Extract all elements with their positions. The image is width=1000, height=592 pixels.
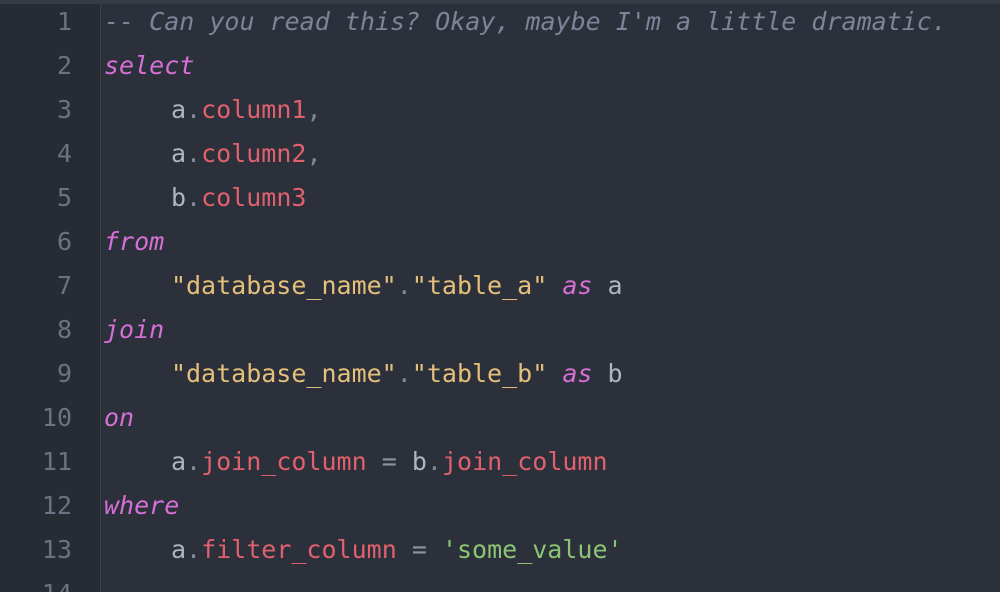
token-keyword: from: [104, 227, 165, 256]
code-line-5[interactable]: b.column3: [104, 176, 306, 220]
token-ident: "database_name": [170, 271, 397, 300]
token-punct: .: [186, 95, 202, 124]
token-punct: ,: [306, 95, 322, 124]
code-line-9[interactable]: "database_name"."table_b" as b: [104, 352, 623, 396]
code-line-11[interactable]: a.join_column = b.join_column: [104, 440, 608, 484]
token-punct: .: [426, 447, 442, 476]
token-column: column2: [201, 139, 307, 168]
token-keyword: as: [562, 271, 593, 300]
code-line-8[interactable]: join: [104, 308, 164, 352]
line-number-11[interactable]: 11: [0, 440, 72, 484]
token-alias: b: [607, 359, 623, 388]
line-number-gutter[interactable]: 1234567891011121314: [0, 0, 100, 592]
code-line-6[interactable]: from: [104, 220, 164, 264]
gutter-divider: [100, 0, 101, 592]
token-punct: ,: [306, 139, 322, 168]
line-number-2[interactable]: 2: [0, 44, 72, 88]
line-number-14[interactable]: 14: [0, 572, 72, 592]
token-punct: .: [396, 271, 412, 300]
token-column: column3: [201, 183, 307, 212]
code-line-13[interactable]: a.filter_column = 'some_value': [104, 528, 623, 572]
token-column: filter_column: [201, 535, 397, 564]
code-content-area[interactable]: -- Can you read this? Okay, maybe I'm a …: [104, 0, 1000, 592]
editor-top-edge: [0, 0, 1000, 4]
token-keyword: select: [104, 51, 195, 80]
token-punct: .: [186, 447, 202, 476]
line-number-5[interactable]: 5: [0, 176, 72, 220]
line-number-9[interactable]: 9: [0, 352, 72, 396]
token-alias: b: [411, 447, 427, 476]
line-number-4[interactable]: 4: [0, 132, 72, 176]
code-line-3[interactable]: a.column1,: [104, 88, 322, 132]
token-keyword: on: [104, 403, 135, 432]
token-ident: "table_b": [411, 359, 548, 388]
token-ident: "database_name": [170, 359, 397, 388]
token-column: join_column: [441, 447, 608, 476]
token-op: =: [381, 447, 397, 476]
token-keyword: as: [562, 359, 593, 388]
token-alias: b: [170, 183, 187, 212]
code-line-1[interactable]: -- Can you read this? Okay, maybe I'm a …: [104, 0, 947, 44]
line-number-6[interactable]: 6: [0, 220, 72, 264]
line-number-10[interactable]: 10: [0, 396, 72, 440]
code-line-7[interactable]: "database_name"."table_a" as a: [104, 264, 623, 308]
line-number-13[interactable]: 13: [0, 528, 72, 572]
line-number-1[interactable]: 1: [0, 0, 72, 44]
token-column: column1: [201, 95, 307, 124]
code-line-4[interactable]: a.column2,: [104, 132, 322, 176]
token-keyword: join: [104, 315, 165, 344]
token-string: 'some_value': [441, 535, 623, 564]
token-punct: .: [186, 183, 202, 212]
code-line-2[interactable]: select: [104, 44, 194, 88]
line-number-8[interactable]: 8: [0, 308, 72, 352]
token-punct: .: [396, 359, 412, 388]
token-column: join_column: [201, 447, 367, 476]
code-line-10[interactable]: on: [104, 396, 134, 440]
token-alias: a: [170, 535, 187, 564]
code-editor[interactable]: 1234567891011121314 -- Can you read this…: [0, 0, 1000, 592]
token-alias: a: [170, 139, 187, 168]
token-alias: a: [607, 271, 623, 300]
token-keyword: where: [104, 491, 180, 520]
token-comment: -- Can you read this? Okay, maybe I'm a …: [104, 7, 947, 36]
token-alias: a: [170, 447, 187, 476]
token-alias: a: [170, 95, 187, 124]
token-punct: .: [186, 535, 202, 564]
line-number-7[interactable]: 7: [0, 264, 72, 308]
token-ident: "table_a": [411, 271, 548, 300]
line-number-3[interactable]: 3: [0, 88, 72, 132]
code-line-12[interactable]: where: [104, 484, 179, 528]
line-number-12[interactable]: 12: [0, 484, 72, 528]
token-op: =: [411, 535, 427, 564]
token-punct: .: [186, 139, 202, 168]
